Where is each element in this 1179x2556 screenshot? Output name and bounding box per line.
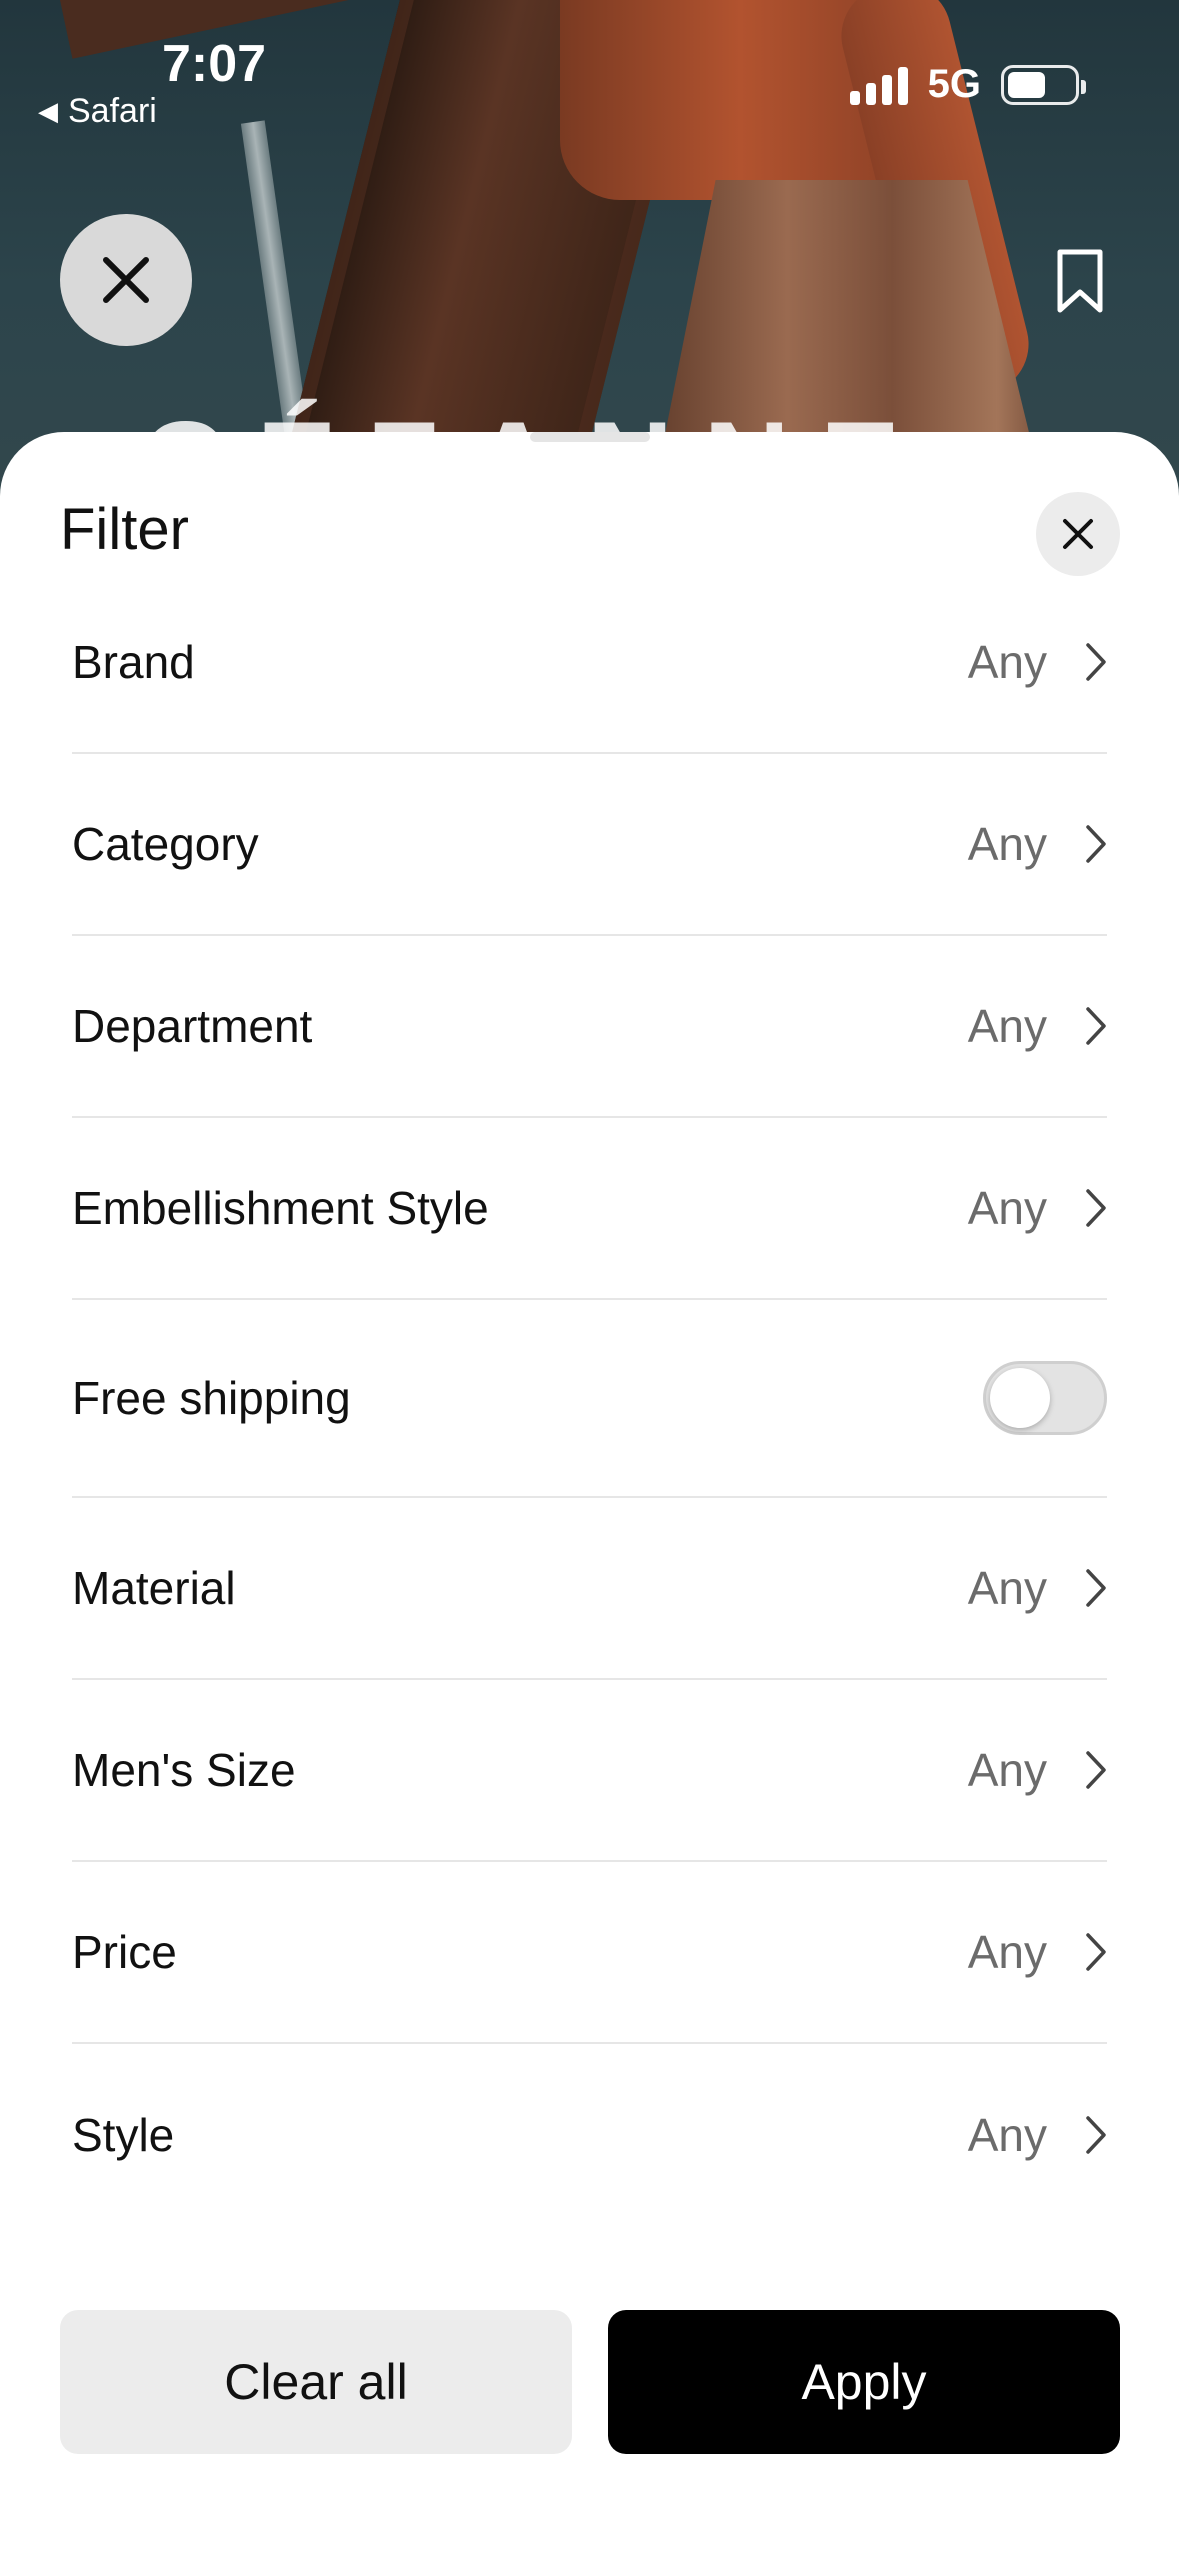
triangle-left-icon: ◀ (38, 96, 58, 126)
chevron-right-icon (1086, 1751, 1106, 1789)
screen: CÉZANNE 7:07 ◀ Safari 5G Filter (0, 0, 1179, 2556)
chevron-right-icon (1086, 1933, 1106, 1971)
free-shipping-toggle[interactable] (983, 1361, 1107, 1435)
chevron-right-icon (1086, 1189, 1106, 1227)
bookmark-icon[interactable] (1056, 248, 1104, 314)
filter-row-mens-size[interactable]: Men's Size Any (72, 1680, 1107, 1862)
filter-row-label: Department (72, 1000, 313, 1052)
back-app-label: Safari (68, 92, 157, 130)
chevron-right-icon (1086, 643, 1106, 681)
filter-row-category[interactable]: Category Any (72, 754, 1107, 936)
filter-row-label: Category (72, 818, 259, 870)
filter-row-material[interactable]: Material Any (72, 1498, 1107, 1680)
clear-all-button[interactable]: Clear all (60, 2310, 572, 2454)
filter-row-label: Price (72, 1926, 177, 1978)
sheet-grabber[interactable] (530, 432, 650, 442)
filter-row-label: Embellishment Style (72, 1182, 489, 1234)
filter-row-free-shipping: Free shipping (72, 1300, 1107, 1498)
filter-sheet: Filter Brand Any Category Any Department… (0, 432, 1179, 2556)
filter-row-brand[interactable]: Brand Any (72, 572, 1107, 754)
filter-row-style[interactable]: Style Any (72, 2044, 1107, 2226)
filter-row-value: Any (967, 1562, 1047, 1614)
status-indicators: 5G (849, 62, 1086, 107)
photo-close-button[interactable] (60, 214, 192, 346)
close-icon (1063, 519, 1093, 549)
filter-row-embellishment-style[interactable]: Embellishment Style Any (72, 1118, 1107, 1300)
filter-row-label: Material (72, 1562, 236, 1614)
filter-row-value: Any (967, 636, 1047, 688)
battery-icon (1001, 64, 1086, 105)
filter-row-value: Any (967, 1926, 1047, 1978)
filter-row-label: Style (72, 2109, 175, 2161)
chevron-right-icon (1086, 825, 1106, 863)
apply-button[interactable]: Apply (608, 2310, 1120, 2454)
close-icon (103, 257, 149, 303)
back-to-app[interactable]: ◀ Safari (38, 92, 157, 131)
sheet-title: Filter (60, 497, 189, 562)
filter-row-label: Free shipping (72, 1372, 351, 1424)
filter-row-label: Men's Size (72, 1744, 296, 1796)
chevron-right-icon (1086, 1569, 1106, 1607)
filter-row-department[interactable]: Department Any (72, 936, 1107, 1118)
network-label: 5G (927, 62, 981, 106)
status-time: 7:07 (162, 35, 267, 93)
filter-row-value: Any (967, 1744, 1047, 1796)
filter-row-value: Any (967, 2109, 1047, 2161)
filter-row-value: Any (967, 1000, 1047, 1052)
filter-row-price[interactable]: Price Any (72, 1862, 1107, 2044)
filter-row-value: Any (967, 818, 1047, 870)
filter-row-value: Any (967, 1182, 1047, 1234)
signal-bars-icon (849, 65, 908, 105)
filter-row-label: Brand (72, 636, 195, 688)
sheet-close-button[interactable] (1036, 492, 1120, 576)
toggle-knob (990, 1368, 1050, 1428)
chevron-right-icon (1086, 1007, 1106, 1045)
filter-list: Brand Any Category Any Department Any Em… (72, 572, 1107, 2226)
chevron-right-icon (1086, 2116, 1106, 2154)
